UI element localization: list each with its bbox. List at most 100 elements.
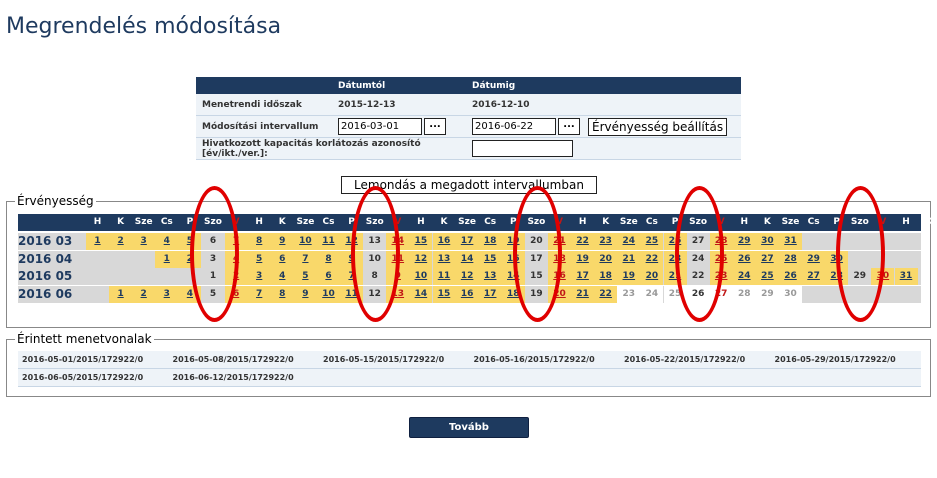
calendar-day[interactable]: 27 bbox=[755, 250, 779, 268]
weekday-header: K bbox=[117, 217, 125, 227]
calendar-day[interactable]: 7 bbox=[293, 250, 317, 268]
calendar-day[interactable]: 3 bbox=[247, 268, 271, 286]
routes-row: 2016-06-05/2015/172922/0 2016-06-12/2015/… bbox=[18, 368, 921, 387]
calendar-day[interactable]: 8 bbox=[270, 286, 294, 304]
tovabb-button[interactable]: Tovább bbox=[409, 417, 529, 438]
calendar-day[interactable]: 15 bbox=[432, 286, 456, 304]
calendar-day[interactable]: 14 bbox=[409, 286, 433, 304]
weekday-header: H bbox=[902, 217, 910, 227]
calendar-day[interactable]: 25 bbox=[640, 233, 664, 250]
calendar-day[interactable]: 12 bbox=[455, 268, 479, 286]
calendar-day[interactable]: 30 bbox=[755, 233, 779, 250]
calendar-day[interactable]: 16 bbox=[455, 286, 479, 304]
calendar-day[interactable]: 26 bbox=[732, 250, 756, 268]
calendar-day[interactable]: 4 bbox=[270, 268, 294, 286]
route-cell[interactable]: 2016-05-29/2015/172922/0 bbox=[770, 351, 921, 369]
calendar-day[interactable]: 9 bbox=[293, 286, 317, 304]
calendar-day[interactable]: 31 bbox=[779, 233, 802, 250]
highlight-circle-annotation bbox=[836, 186, 886, 322]
calendar-day[interactable]: 25 bbox=[755, 268, 779, 286]
route-cell bbox=[319, 368, 470, 387]
date-from-input[interactable]: 2016-03-01 bbox=[338, 118, 422, 135]
calendar-day[interactable]: 5 bbox=[293, 268, 317, 286]
calendar-day[interactable]: 19 bbox=[571, 250, 595, 268]
page-title: Megrendelés módosítása bbox=[6, 14, 282, 39]
calendar-day[interactable]: 22 bbox=[571, 233, 595, 250]
hivatkozott-label: Hivatkozott kapacitás korlátozás azonosí… bbox=[196, 137, 466, 160]
calendar-day[interactable]: 31 bbox=[894, 268, 918, 286]
route-cell bbox=[770, 368, 921, 387]
calendar-day[interactable]: 10 bbox=[293, 233, 317, 250]
hivatkozott-input[interactable] bbox=[472, 140, 573, 157]
calendar-day[interactable]: 19 bbox=[617, 268, 641, 286]
calendar-day[interactable]: 22 bbox=[594, 286, 618, 304]
page: Megrendelés módosítása Dátumtól Dátumig … bbox=[0, 0, 937, 478]
calendar-day[interactable]: 1 bbox=[155, 250, 179, 268]
calendar-day[interactable]: 14 bbox=[455, 250, 479, 268]
calendar-day[interactable]: 8 bbox=[317, 250, 340, 268]
date-to-picker-button[interactable]: ... bbox=[558, 118, 580, 135]
calendar-day[interactable]: 15 bbox=[478, 250, 502, 268]
route-cell[interactable]: 2016-05-22/2015/172922/0 bbox=[620, 351, 771, 369]
interval-form: Dátumtól Dátumig Menetrendi időszak 2015… bbox=[196, 77, 741, 160]
calendar-day[interactable]: 7 bbox=[247, 286, 271, 304]
calendar-day[interactable]: 4 bbox=[155, 233, 179, 250]
calendar-day[interactable]: 21 bbox=[571, 286, 595, 304]
calendar-day[interactable]: 29 bbox=[732, 233, 756, 250]
calendar-day[interactable]: 23 bbox=[594, 233, 618, 250]
calendar-day[interactable]: 15 bbox=[409, 233, 433, 250]
calendar-day[interactable]: 5 bbox=[247, 250, 271, 268]
form-header-blank2 bbox=[588, 77, 741, 94]
calendar-day[interactable]: 10 bbox=[317, 286, 340, 304]
calendar-day[interactable]: 24 bbox=[732, 268, 756, 286]
weekday-header: K bbox=[602, 217, 610, 227]
date-from-picker-button[interactable]: ... bbox=[424, 118, 446, 135]
modositasi-from-cell: 2016-03-01... bbox=[332, 115, 466, 138]
calendar-day[interactable]: 9 bbox=[270, 233, 294, 250]
calendar-day[interactable]: 1 bbox=[109, 286, 133, 304]
calendar-day[interactable]: 3 bbox=[132, 233, 156, 250]
route-cell[interactable]: 2016-05-01/2015/172922/0 bbox=[18, 351, 169, 369]
calendar-day[interactable]: 22 bbox=[640, 250, 664, 268]
route-cell[interactable]: 2016-06-05/2015/172922/0 bbox=[18, 368, 169, 387]
calendar-day[interactable]: 8 bbox=[247, 233, 271, 250]
calendar-day[interactable]: 27 bbox=[802, 268, 826, 286]
calendar-day[interactable]: 11 bbox=[317, 233, 340, 250]
calendar-day[interactable]: 6 bbox=[317, 268, 340, 286]
ervenyesseg-beallitas-button[interactable]: Érvényesség beállítás bbox=[588, 117, 728, 136]
weekday-header: Sze bbox=[134, 217, 153, 227]
calendar-day[interactable]: 18 bbox=[478, 233, 502, 250]
calendar-day: 23 bbox=[617, 286, 641, 304]
calendar-day[interactable]: 24 bbox=[617, 233, 641, 250]
calendar-day[interactable]: 17 bbox=[478, 286, 502, 304]
calendar-day[interactable]: 17 bbox=[455, 233, 479, 250]
weekday-header: Cs bbox=[322, 217, 335, 227]
calendar-day[interactable]: 16 bbox=[432, 233, 456, 250]
calendar-day[interactable]: 10 bbox=[409, 268, 433, 286]
route-cell[interactable]: 2016-05-08/2015/172922/0 bbox=[168, 351, 319, 369]
calendar-day[interactable]: 3 bbox=[155, 286, 179, 304]
ervenyesseg-cell: Érvényesség beállítás bbox=[588, 115, 741, 138]
calendar-day[interactable]: 18 bbox=[594, 268, 618, 286]
calendar-day[interactable]: 12 bbox=[409, 250, 433, 268]
calendar-day[interactable]: 20 bbox=[640, 268, 664, 286]
calendar-day[interactable]: 26 bbox=[779, 268, 802, 286]
calendar-day[interactable]: 20 bbox=[594, 250, 618, 268]
route-cell[interactable]: 2016-05-15/2015/172922/0 bbox=[319, 351, 470, 369]
calendar-day[interactable]: 17 bbox=[571, 268, 595, 286]
weekday-header: H bbox=[255, 217, 263, 227]
calendar-day[interactable]: 2 bbox=[132, 286, 156, 304]
calendar-day[interactable]: 28 bbox=[779, 250, 802, 268]
calendar-day[interactable]: 1 bbox=[86, 233, 109, 250]
date-to-input[interactable]: 2016-06-22 bbox=[472, 118, 556, 135]
calendar-day[interactable]: 13 bbox=[432, 250, 456, 268]
weekday-header: K bbox=[440, 217, 448, 227]
calendar-day[interactable]: 6 bbox=[270, 250, 294, 268]
calendar-day[interactable]: 13 bbox=[478, 268, 502, 286]
calendar-day[interactable]: 21 bbox=[617, 250, 641, 268]
calendar-day[interactable]: 29 bbox=[802, 250, 826, 268]
calendar-day[interactable]: 11 bbox=[432, 268, 456, 286]
calendar-day[interactable]: 2 bbox=[109, 233, 133, 250]
route-cell[interactable]: 2016-06-12/2015/172922/0 bbox=[168, 368, 319, 387]
route-cell[interactable]: 2016-05-16/2015/172922/0 bbox=[469, 351, 620, 369]
